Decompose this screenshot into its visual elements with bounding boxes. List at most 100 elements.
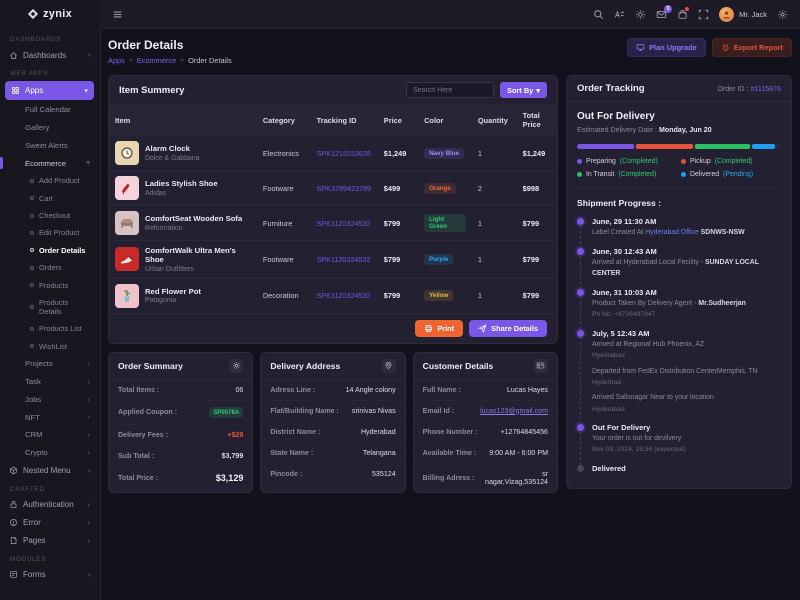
sort-by-button[interactable]: Sort By▾ (500, 82, 547, 98)
messages-icon[interactable]: 5 (656, 9, 667, 20)
sidebar-item-cart[interactable]: Cart (0, 190, 99, 207)
printer-icon (424, 324, 433, 333)
brand-logo[interactable]: zynix (0, 0, 99, 28)
brand-name: zynix (43, 8, 72, 20)
tracking-id-link[interactable]: SPK1120324532 (317, 219, 371, 228)
user-menu[interactable]: Mr. Jack (719, 7, 767, 22)
customer-details-card-button[interactable] (534, 359, 548, 373)
sidebar-item-order-details[interactable]: Order Details (0, 242, 99, 259)
chevron-down-icon: ▾ (536, 86, 540, 95)
bullet-icon (30, 214, 34, 218)
chevron-right-icon: › (88, 571, 91, 579)
sidebar-item-authentication[interactable]: Authentication › (0, 496, 99, 514)
sidebar-item-full-calendar[interactable]: Full Calendar (0, 101, 99, 119)
share-details-button[interactable]: Share Details (469, 320, 547, 337)
order-tracking-card: Order Tracking Order ID : #1115876 Out F… (566, 75, 792, 489)
sidebar-item-crypto[interactable]: Crypto› (0, 444, 99, 462)
full-name-value: Lucas Hayes (507, 386, 548, 394)
delivery-address-pin-button[interactable] (382, 359, 396, 373)
items-table: Item Category Tracking ID Price Color Qu… (109, 105, 557, 313)
sidebar-item-error[interactable]: Error › (0, 514, 99, 532)
chevron-right-icon: › (88, 519, 91, 527)
breadcrumb: Apps » Ecommerce » Order Details (108, 56, 232, 65)
item-summary-title: Item Summery (119, 85, 184, 96)
tracking-id-link[interactable]: SPK3789423789 (317, 184, 371, 193)
sidebar-item-forms[interactable]: Forms › (0, 566, 99, 584)
sidebar-item-checkout[interactable]: Checkout (0, 207, 99, 224)
legend-dot-delivered (681, 172, 686, 177)
phone-value: +12764845456 (500, 428, 548, 436)
sidebar-item-dashboards[interactable]: Dashboards › (0, 46, 99, 64)
search-input[interactable] (406, 82, 494, 98)
sidebar-item-wishlist[interactable]: WishList (0, 338, 99, 355)
email-link[interactable]: lucas123@gmail.com (480, 407, 548, 415)
sidebar-item-nft[interactable]: NFT› (0, 408, 99, 426)
sidebar-item-task[interactable]: Task› (0, 373, 99, 391)
pincode-value: 535124 (372, 470, 396, 478)
tracking-id-link[interactable]: SPK1120324532 (317, 291, 371, 300)
sidebar-item-gallery[interactable]: Gallery (0, 119, 99, 137)
sidebar: zynix DASHBOARDS Dashboards › WEB APPS A… (0, 0, 100, 600)
sidebar-item-jobs[interactable]: Jobs› (0, 390, 99, 408)
cart-alert-dot (685, 7, 689, 11)
order-summary-gear-button[interactable] (229, 359, 243, 373)
flat-value: srinivas Nivas (352, 407, 396, 415)
order-id-link[interactable]: #1115876 (750, 85, 781, 93)
hyderabad-office-link[interactable]: Hyderabad Office (645, 229, 699, 236)
sidebar-item-projects[interactable]: Projects› (0, 355, 99, 373)
sidebar-item-edit-product[interactable]: Edit Product (0, 224, 99, 241)
theme-sun-icon[interactable] (635, 9, 646, 20)
chevron-right-icon: › (88, 51, 91, 59)
section-label-modules: MODULES (0, 550, 99, 566)
plan-upgrade-button[interactable]: Plan Upgrade (627, 38, 706, 57)
tracking-id-link[interactable]: SPK1218153635 (317, 149, 371, 158)
delivery-address-title: Delivery Address (270, 361, 340, 371)
page-content: Order Details Apps » Ecommerce » Order D… (100, 28, 800, 600)
sidebar-item-sweet-alerts[interactable]: Sweet Alerts (0, 137, 99, 155)
cart-bag-icon[interactable] (677, 9, 688, 20)
export-report-button[interactable]: Export Report (712, 38, 792, 57)
sidebar-item-crm[interactable]: CRM› (0, 426, 99, 444)
breadcrumb-apps[interactable]: Apps (108, 56, 125, 65)
sidebar-nav: DASHBOARDS Dashboards › WEB APPS Apps ▾ … (0, 28, 99, 600)
progress-legend: Preparing(Completed) Pickup(Completed) I… (577, 158, 781, 189)
sidebar-item-products[interactable]: Products (0, 276, 99, 293)
bullet-icon (30, 283, 34, 287)
sidebar-item-orders[interactable]: Orders (0, 259, 99, 276)
fullscreen-icon[interactable] (698, 9, 709, 20)
search-icon[interactable] (593, 9, 604, 20)
legend-dot-pickup (681, 159, 686, 164)
timeline-dot (577, 465, 584, 472)
available-time-value: 9:00 AM - 6:00 PM (489, 449, 548, 457)
timeline-dot (577, 330, 584, 337)
col-price: Price (378, 105, 418, 136)
lock-icon (9, 500, 18, 509)
translate-icon[interactable] (614, 9, 625, 20)
progress-segment-transit (695, 144, 750, 149)
sidebar-item-ecommerce[interactable]: Ecommerce ▾ (0, 154, 99, 172)
coupon-badge: SP0578A (209, 407, 243, 418)
chevron-right-icon: › (88, 396, 91, 404)
form-icon (9, 570, 18, 579)
print-button[interactable]: Print (415, 320, 463, 337)
tracking-id-link[interactable]: SPK1120324532 (317, 255, 371, 264)
sidebar-item-products-details[interactable]: Products Details (0, 294, 99, 320)
color-badge: Yellow (424, 290, 453, 301)
sidebar-item-products-list[interactable]: Products List (0, 320, 99, 337)
user-name: Mr. Jack (739, 10, 767, 19)
settings-gear-icon[interactable] (777, 9, 788, 20)
chevron-right-icon: › (88, 431, 91, 439)
gear-icon (232, 361, 241, 370)
sidebar-item-add-product[interactable]: Add Product (0, 172, 99, 189)
sidebar-item-nested-menu[interactable]: Nested Menu › (0, 462, 99, 480)
customer-details-title: Customer Details (423, 361, 494, 371)
sidebar-item-apps[interactable]: Apps ▾ (5, 81, 94, 100)
breadcrumb-ecommerce[interactable]: Ecommerce (137, 56, 176, 65)
monitor-icon (636, 43, 645, 52)
page-title: Order Details (108, 38, 232, 52)
sidebar-item-pages[interactable]: Pages › (0, 532, 99, 550)
hamburger-menu-icon[interactable] (112, 9, 123, 20)
delivery-address-card: Delivery Address Adress Line :14 Angle c… (260, 352, 405, 493)
table-header-row: Item Category Tracking ID Price Color Qu… (109, 105, 557, 136)
total-price-value: $3,129 (216, 473, 244, 483)
